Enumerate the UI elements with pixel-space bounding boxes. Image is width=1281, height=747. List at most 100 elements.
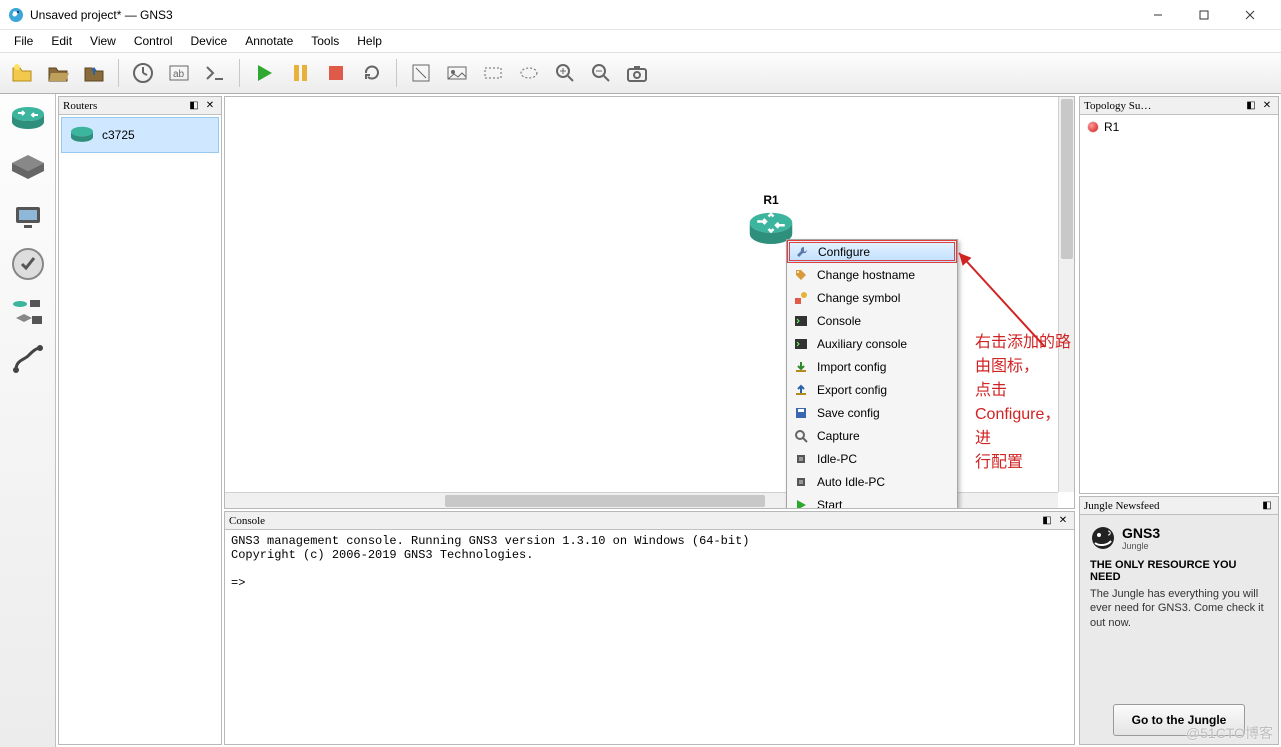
stop-all-button[interactable] [320, 57, 352, 89]
menu-tools[interactable]: Tools [303, 32, 347, 50]
ctx-configure[interactable]: Configure [787, 240, 957, 263]
newsfeed-body: The Jungle has everything you will ever … [1090, 587, 1268, 630]
svg-text:ab: ab [173, 69, 185, 80]
newsfeed-headline: THE ONLY RESOURCE YOU NEED [1090, 559, 1268, 583]
save-project-button[interactable] [78, 57, 110, 89]
router-template-item[interactable]: c3725 [61, 117, 219, 153]
topology-summary-panel: Topology Su… ◧ ✕ R1 [1079, 96, 1279, 494]
snapshot-button[interactable] [127, 57, 159, 89]
window-minimize-button[interactable] [1135, 0, 1181, 30]
node-context-menu: Configure Change hostname Change symbol Con… [786, 239, 958, 509]
ctx-auto-idle-pc[interactable]: Auto Idle-PC [787, 470, 957, 493]
topology-node-item[interactable]: R1 [1086, 119, 1272, 135]
ctx-capture[interactable]: Capture [787, 424, 957, 447]
annotation-text: 右击添加的路由图标， 点击Configure，进 行配置 [975, 331, 1074, 475]
menu-control[interactable]: Control [126, 32, 181, 50]
panel-float-icon[interactable]: ◧ [1040, 514, 1054, 528]
ctx-console[interactable]: Console [787, 309, 957, 332]
menu-bar: File Edit View Control Device Annotate T… [0, 30, 1281, 52]
window-maximize-button[interactable] [1181, 0, 1227, 30]
zoom-out-button[interactable] [585, 57, 617, 89]
panel-close-icon[interactable]: ✕ [203, 99, 217, 113]
save-icon [793, 405, 809, 421]
annotate-ellipse-button[interactable] [513, 57, 545, 89]
panel-float-icon[interactable]: ◧ [1244, 99, 1258, 113]
node-label: R1 [763, 193, 778, 207]
menu-help[interactable]: Help [349, 32, 390, 50]
ctx-item-label: Auxiliary console [817, 337, 907, 351]
ctx-aux-console[interactable]: Auxiliary console [787, 332, 957, 355]
device-end-button[interactable] [6, 194, 50, 238]
device-security-button[interactable] [6, 242, 50, 286]
ctx-item-label: Change hostname [817, 268, 915, 282]
panel-close-icon[interactable]: ✕ [1056, 514, 1070, 528]
ctx-item-label: Export config [817, 383, 887, 397]
device-switches-button[interactable] [6, 146, 50, 190]
panel-float-icon[interactable]: ◧ [187, 99, 201, 113]
ctx-item-label: Configure [818, 245, 870, 259]
window-close-button[interactable] [1227, 0, 1273, 30]
show-labels-button[interactable]: ab [163, 57, 195, 89]
ctx-export-config[interactable]: Export config [787, 378, 957, 401]
console-output[interactable]: GNS3 management console. Running GNS3 ve… [225, 530, 1074, 744]
ctx-start[interactable]: Start [787, 493, 957, 509]
console-panel-title: Console [229, 515, 1038, 527]
device-all-button[interactable] [6, 290, 50, 334]
ctx-item-label: Capture [817, 429, 860, 443]
panel-float-icon[interactable]: ◧ [1260, 499, 1274, 513]
ctx-item-label: Auto Idle-PC [817, 475, 885, 489]
window-title: Unsaved project* — GNS3 [30, 8, 1135, 22]
ctx-item-label: Idle-PC [817, 452, 857, 466]
go-to-jungle-button[interactable]: Go to the Jungle [1113, 704, 1246, 736]
shapes-icon [793, 290, 809, 306]
annotate-note-button[interactable] [405, 57, 437, 89]
ctx-item-label: Console [817, 314, 861, 328]
search-icon [793, 428, 809, 444]
ctx-item-label: Change symbol [817, 291, 900, 305]
zoom-in-button[interactable] [549, 57, 581, 89]
export-icon [793, 382, 809, 398]
import-icon [793, 359, 809, 375]
terminal-icon [793, 313, 809, 329]
new-project-button[interactable] [6, 57, 38, 89]
pause-all-button[interactable] [284, 57, 316, 89]
device-toolbox [0, 94, 56, 747]
reload-all-button[interactable] [356, 57, 388, 89]
menu-device[interactable]: Device [183, 32, 236, 50]
topology-panel-title: Topology Su… [1084, 100, 1242, 112]
ctx-item-label: Import config [817, 360, 886, 374]
wrench-icon [794, 244, 810, 260]
topology-node-label: R1 [1104, 120, 1119, 134]
app-icon [8, 7, 24, 23]
router-template-label: c3725 [102, 128, 135, 142]
screenshot-button[interactable] [621, 57, 653, 89]
menu-edit[interactable]: Edit [43, 32, 80, 50]
add-link-button[interactable] [6, 338, 50, 382]
start-all-button[interactable] [248, 57, 280, 89]
tag-icon [793, 267, 809, 283]
annotate-image-button[interactable] [441, 57, 473, 89]
gns3-jungle-logo: GNS3 Jungle [1090, 525, 1268, 551]
newsfeed-panel-title: Jungle Newsfeed [1084, 500, 1258, 512]
open-project-button[interactable] [42, 57, 74, 89]
ctx-change-hostname[interactable]: Change hostname [787, 263, 957, 286]
annotate-rect-button[interactable] [477, 57, 509, 89]
ctx-idle-pc[interactable]: Idle-PC [787, 447, 957, 470]
routers-list: c3725 [59, 115, 221, 744]
console-panel: Console ◧ ✕ GNS3 management console. Run… [224, 511, 1075, 745]
routers-panel: Routers ◧ ✕ c3725 [58, 96, 222, 745]
ctx-change-symbol[interactable]: Change symbol [787, 286, 957, 309]
play-icon [793, 497, 809, 510]
menu-annotate[interactable]: Annotate [237, 32, 301, 50]
panel-close-icon[interactable]: ✕ [1260, 99, 1274, 113]
ctx-item-label: Save config [817, 406, 880, 420]
device-routers-button[interactable] [6, 98, 50, 142]
menu-file[interactable]: File [6, 32, 41, 50]
topology-canvas[interactable]: R1 Configure Change hostname Change symbol… [224, 96, 1075, 509]
menu-view[interactable]: View [82, 32, 124, 50]
main-toolbar: ab [0, 52, 1281, 94]
ctx-item-label: Start [817, 498, 842, 510]
ctx-save-config[interactable]: Save config [787, 401, 957, 424]
ctx-import-config[interactable]: Import config [787, 355, 957, 378]
console-all-button[interactable] [199, 57, 231, 89]
